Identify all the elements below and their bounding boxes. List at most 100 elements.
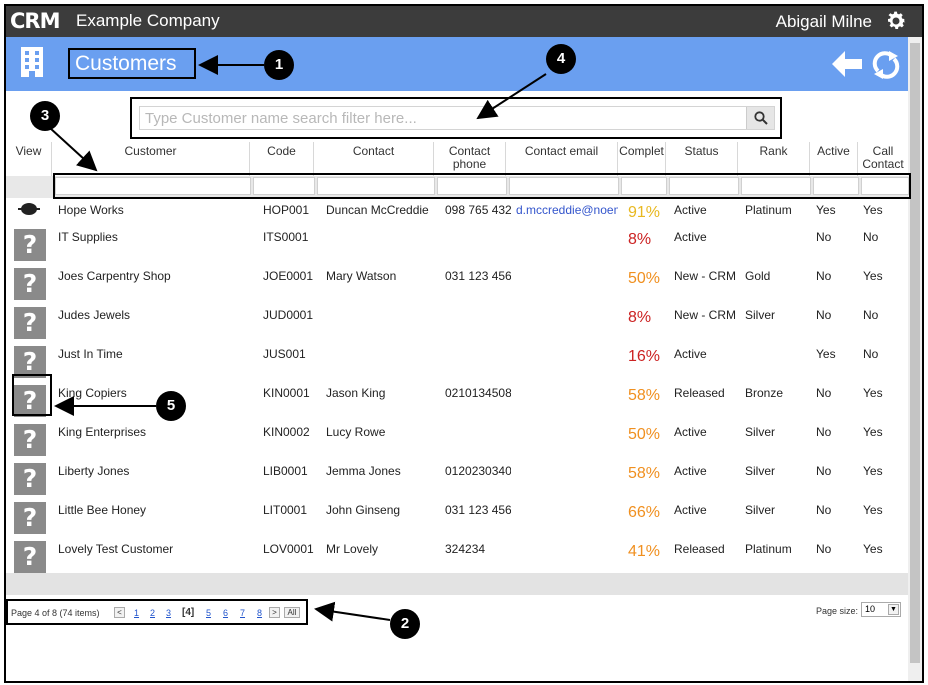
view-icon-highlight	[12, 374, 52, 416]
table-row[interactable]: ? Judes Jewels JUD0001 New - CRM Silver No No 8…	[6, 303, 908, 342]
pager-next-button[interactable]: >	[269, 607, 280, 618]
col-header-code[interactable]: Code	[250, 142, 314, 176]
table-row[interactable]: ? IT Supplies ITS0001 Active No No 8%	[6, 225, 908, 264]
col-header-contact-phone[interactable]: Contact phone	[434, 142, 506, 176]
pager-page-6[interactable]: 6	[223, 608, 228, 618]
cell-phone: 0210134508	[445, 386, 511, 400]
pager-all-button[interactable]: All	[284, 607, 300, 618]
col-header-customer[interactable]: Customer	[52, 142, 250, 176]
cell-customer: Hope Works	[58, 203, 124, 217]
question-icon[interactable]: ?	[14, 502, 46, 534]
cell-customer: King Enterprises	[58, 425, 147, 439]
cell-call: No	[863, 347, 879, 361]
cell-active: No	[816, 308, 832, 322]
cell-complete: 50%	[628, 270, 661, 287]
gear-icon[interactable]	[884, 9, 908, 33]
callout-2: 2	[390, 609, 420, 639]
col-header-call-contact[interactable]: Call Contact	[858, 142, 908, 176]
table-row[interactable]: ? Liberty Jones LIB0001 Jemma Jones 01202303…	[6, 459, 908, 498]
cell-active: Yes	[816, 203, 836, 217]
page-header: Customers	[6, 37, 908, 91]
table-row[interactable]: ? Just In Time JUS001 Active Yes No 16%	[6, 342, 908, 381]
cell-phone: 324234	[445, 542, 486, 556]
filter-contact-input[interactable]	[317, 177, 435, 195]
cell-code: LOV0001	[263, 542, 314, 556]
pager-current-page: [4]	[182, 607, 195, 618]
col-header-active[interactable]: Active	[810, 142, 858, 176]
pager-page-1[interactable]: 1	[134, 608, 139, 618]
cell-code: KIN0001	[263, 386, 310, 400]
cell-call: Yes	[863, 503, 883, 517]
question-icon[interactable]: ?	[14, 307, 46, 339]
cell-complete: 50%	[628, 426, 661, 443]
cell-active: No	[816, 230, 832, 244]
cell-complete: 58%	[628, 387, 661, 404]
cell-code: KIN0002	[263, 425, 310, 439]
cell-phone: 098 765 432	[445, 203, 511, 217]
back-arrow-icon[interactable]	[832, 51, 862, 77]
cell-code: JOE0001	[263, 269, 314, 283]
filter-phone-input[interactable]	[437, 177, 507, 195]
question-icon[interactable]: ?	[14, 463, 46, 495]
cell-customer: Lovely Test Customer	[58, 542, 174, 556]
col-header-contact[interactable]: Contact	[314, 142, 434, 176]
cell-email[interactable]: d.mccreddie@noem	[516, 203, 618, 217]
cell-contact: Jemma Jones	[326, 464, 401, 478]
cell-rank: Silver	[745, 464, 776, 478]
pager-prev-button[interactable]: <	[114, 607, 125, 618]
pager-page-5[interactable]: 5	[206, 608, 211, 618]
filter-rank-input[interactable]	[741, 177, 811, 195]
customer-logo-icon[interactable]	[18, 202, 40, 215]
chevron-down-icon: ▼	[888, 604, 899, 615]
cell-status: Released	[674, 386, 725, 400]
filter-customer-input[interactable]	[55, 177, 251, 195]
scrollbar-thumb[interactable]	[910, 43, 920, 663]
cell-status: Active	[674, 464, 707, 478]
cell-status: New - CRM	[674, 269, 736, 283]
page-size-select[interactable]: 10 ▼	[861, 602, 901, 617]
filter-status-input[interactable]	[669, 177, 739, 195]
col-header-status[interactable]: Status	[666, 142, 738, 176]
cell-code: LIT0001	[263, 503, 308, 517]
customer-search-input[interactable]	[140, 107, 746, 129]
filter-email-input[interactable]	[509, 177, 619, 195]
col-header-complete[interactable]: Complet	[618, 142, 666, 176]
cell-status: Released	[674, 542, 725, 556]
col-header-view[interactable]: View	[6, 142, 52, 176]
question-icon[interactable]: ?	[14, 541, 46, 573]
refresh-icon[interactable]	[872, 51, 900, 79]
filter-complete-input[interactable]	[621, 177, 667, 195]
question-icon[interactable]: ?	[14, 229, 46, 261]
user-name[interactable]: Abigail Milne	[776, 12, 872, 32]
filter-code-input[interactable]	[253, 177, 315, 195]
cell-phone: 031 123 456	[445, 269, 511, 283]
cell-call: No	[863, 308, 879, 322]
pager-page-2[interactable]: 2	[150, 608, 155, 618]
table-row[interactable]: ? King Enterprises KIN0002 Lucy Rowe Active S…	[6, 420, 908, 459]
search-button[interactable]	[746, 107, 774, 129]
grid-footer	[6, 573, 908, 595]
question-icon[interactable]: ?	[14, 424, 46, 456]
table-row[interactable]: ? King Copiers KIN0001 Jason King 0210134508…	[6, 381, 908, 420]
pager-page-8[interactable]: 8	[257, 608, 262, 618]
building-icon	[21, 47, 43, 77]
callout-4: 4	[546, 44, 576, 74]
pager-page-3[interactable]: 3	[166, 608, 171, 618]
cell-call: Yes	[863, 269, 883, 283]
table-row[interactable]: ? Joes Carpentry Shop JOE0001 Mary Watson 03…	[6, 264, 908, 303]
cell-status: Active	[674, 503, 707, 517]
cell-active: No	[816, 425, 832, 439]
cell-customer: Judes Jewels	[58, 308, 131, 322]
question-icon[interactable]: ?	[14, 268, 46, 300]
table-row[interactable]: ? Lovely Test Customer LOV0001 Mr Lovely 324…	[6, 537, 908, 576]
pager-page-7[interactable]: 7	[240, 608, 245, 618]
cell-active: No	[816, 464, 832, 478]
table-row[interactable]: ? Little Bee Honey LIT0001 John Ginseng 031 …	[6, 498, 908, 537]
col-header-rank[interactable]: Rank	[738, 142, 810, 176]
cell-call: No	[863, 230, 879, 244]
cell-contact: Jason King	[326, 386, 386, 400]
filter-call-input[interactable]	[861, 177, 909, 195]
col-header-contact-email[interactable]: Contact email	[506, 142, 618, 176]
filter-active-input[interactable]	[813, 177, 859, 195]
cell-code: HOP001	[263, 203, 310, 217]
